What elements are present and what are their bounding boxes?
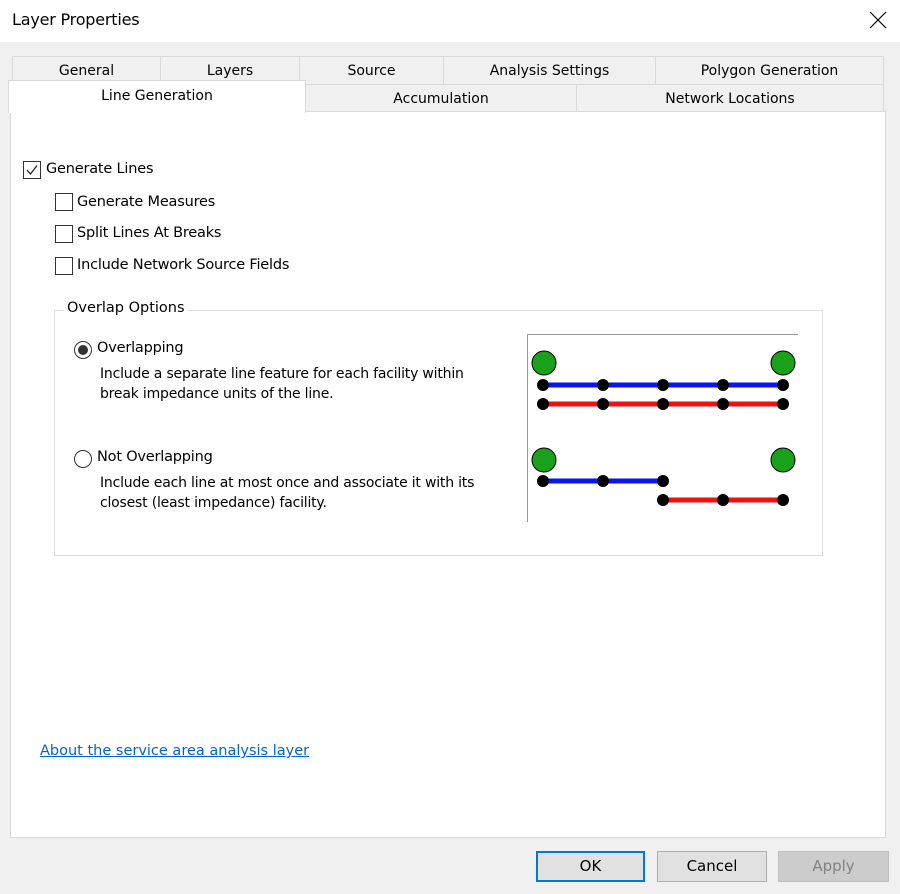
not-overlapping-desc-line2: closest (least impedance) facility. [100, 495, 327, 511]
generate-measures-label: Generate Measures [77, 194, 216, 210]
overlapping-desc-line2: break impedance units of the line. [100, 386, 334, 402]
facility-icon [531, 350, 557, 376]
include-source-fields-checkbox[interactable] [55, 257, 73, 275]
cancel-button[interactable]: Cancel [657, 851, 767, 882]
close-icon [869, 11, 887, 29]
overlapping-desc-line1: Include a separate line feature for each… [100, 366, 464, 382]
generate-lines-checkbox[interactable] [23, 161, 41, 179]
not-overlapping-description: Include each line at most once and assoc… [100, 473, 474, 513]
split-lines-label: Split Lines At Breaks [77, 225, 222, 241]
help-link[interactable]: About the service area analysis layer [40, 743, 309, 759]
overlapping-radio[interactable] [74, 341, 92, 359]
overlap-diagram [527, 334, 798, 522]
radio-selected-dot [78, 345, 88, 355]
overlap-options-group: Overlap Options Overlapping Include a se… [54, 300, 823, 556]
tab-network-locations[interactable]: Network Locations [576, 84, 884, 112]
facility-icon [770, 447, 796, 473]
overlapping-description: Include a separate line feature for each… [100, 364, 464, 404]
title-bar: Layer Properties [0, 0, 900, 42]
tab-analysis-settings[interactable]: Analysis Settings [443, 56, 656, 84]
tab-accumulation[interactable]: Accumulation [305, 84, 577, 112]
window-title: Layer Properties [12, 10, 140, 29]
checkmark-icon [26, 165, 38, 176]
apply-button[interactable]: Apply [778, 851, 889, 882]
not-overlapping-label: Not Overlapping [97, 449, 213, 465]
generate-lines-label: Generate Lines [46, 161, 154, 177]
ok-button[interactable]: OK [536, 851, 645, 882]
tab-line-generation[interactable]: Line Generation [8, 80, 306, 113]
include-source-fields-label: Include Network Source Fields [77, 257, 290, 273]
facility-icon [531, 447, 557, 473]
not-overlapping-desc-line1: Include each line at most once and assoc… [100, 475, 475, 491]
close-button[interactable] [854, 0, 900, 42]
generate-measures-checkbox[interactable] [55, 193, 73, 211]
tab-panel: Generate Lines Generate Measures Split L… [10, 111, 886, 838]
overlapping-label: Overlapping [97, 340, 184, 356]
tab-source[interactable]: Source [299, 56, 444, 84]
overlap-options-title: Overlap Options [64, 300, 188, 316]
tab-polygon-generation[interactable]: Polygon Generation [655, 56, 884, 84]
split-lines-checkbox[interactable] [55, 225, 73, 243]
facility-icon [770, 350, 796, 376]
not-overlapping-radio[interactable] [74, 450, 92, 468]
